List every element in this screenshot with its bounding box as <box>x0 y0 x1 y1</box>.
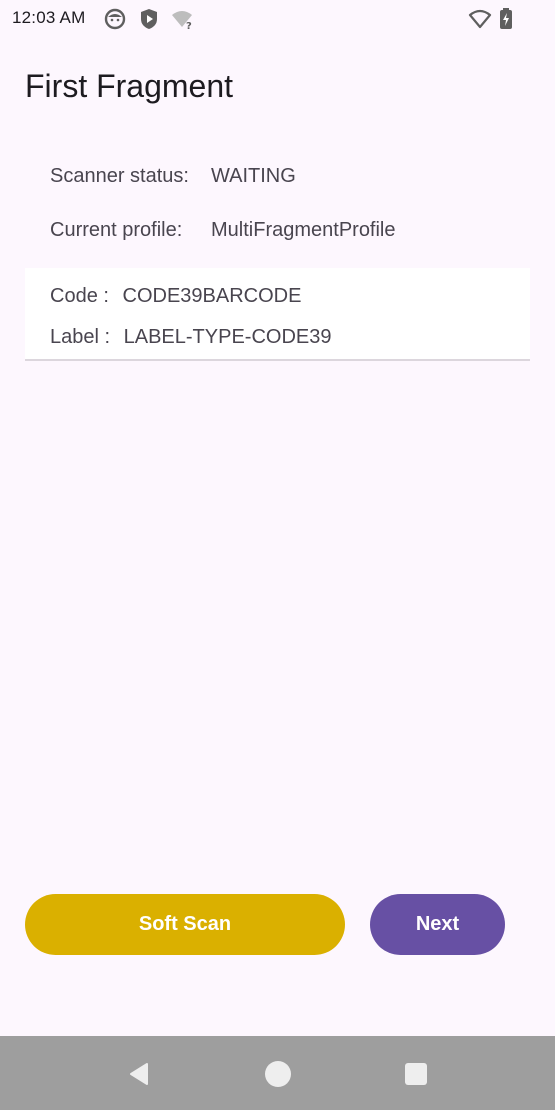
soft-scan-button[interactable]: Soft Scan <box>25 894 345 955</box>
code-row: Code : CODE39BARCODE <box>50 285 301 308</box>
scan-result-card[interactable]: Code : CODE39BARCODE Label : LABEL-TYPE-… <box>25 268 530 361</box>
wifi-unknown-icon: ? <box>171 8 193 32</box>
status-time: 12:03 AM <box>12 8 86 27</box>
home-icon[interactable] <box>263 1059 293 1089</box>
code-label: Code : <box>50 285 109 307</box>
recents-icon[interactable] <box>401 1059 431 1089</box>
label-row: Label : LABEL-TYPE-CODE39 <box>50 326 331 349</box>
navigation-bar <box>0 1036 555 1110</box>
scanner-status-value: WAITING <box>211 165 296 187</box>
code-value: CODE39BARCODE <box>122 285 302 307</box>
scanner-status-row: Scanner status: WAITING <box>50 165 296 188</box>
scanner-status-label: Scanner status: <box>50 165 189 187</box>
current-profile-row: Current profile: MultiFragmentProfile <box>50 219 396 242</box>
label-value: LABEL-TYPE-CODE39 <box>123 326 332 348</box>
svg-text:?: ? <box>186 21 192 30</box>
current-profile-label: Current profile: <box>50 219 183 241</box>
face-icon <box>104 8 126 30</box>
current-profile-value: MultiFragmentProfile <box>211 219 396 241</box>
shield-icon <box>138 8 160 30</box>
battery-icon <box>498 8 520 30</box>
label-label: Label : <box>50 326 111 348</box>
status-bar: 12:03 AM ? <box>0 0 555 38</box>
wifi-icon <box>468 8 492 30</box>
page-title: First Fragment <box>25 68 234 104</box>
back-icon[interactable] <box>125 1059 155 1089</box>
next-button[interactable]: Next <box>370 894 505 955</box>
